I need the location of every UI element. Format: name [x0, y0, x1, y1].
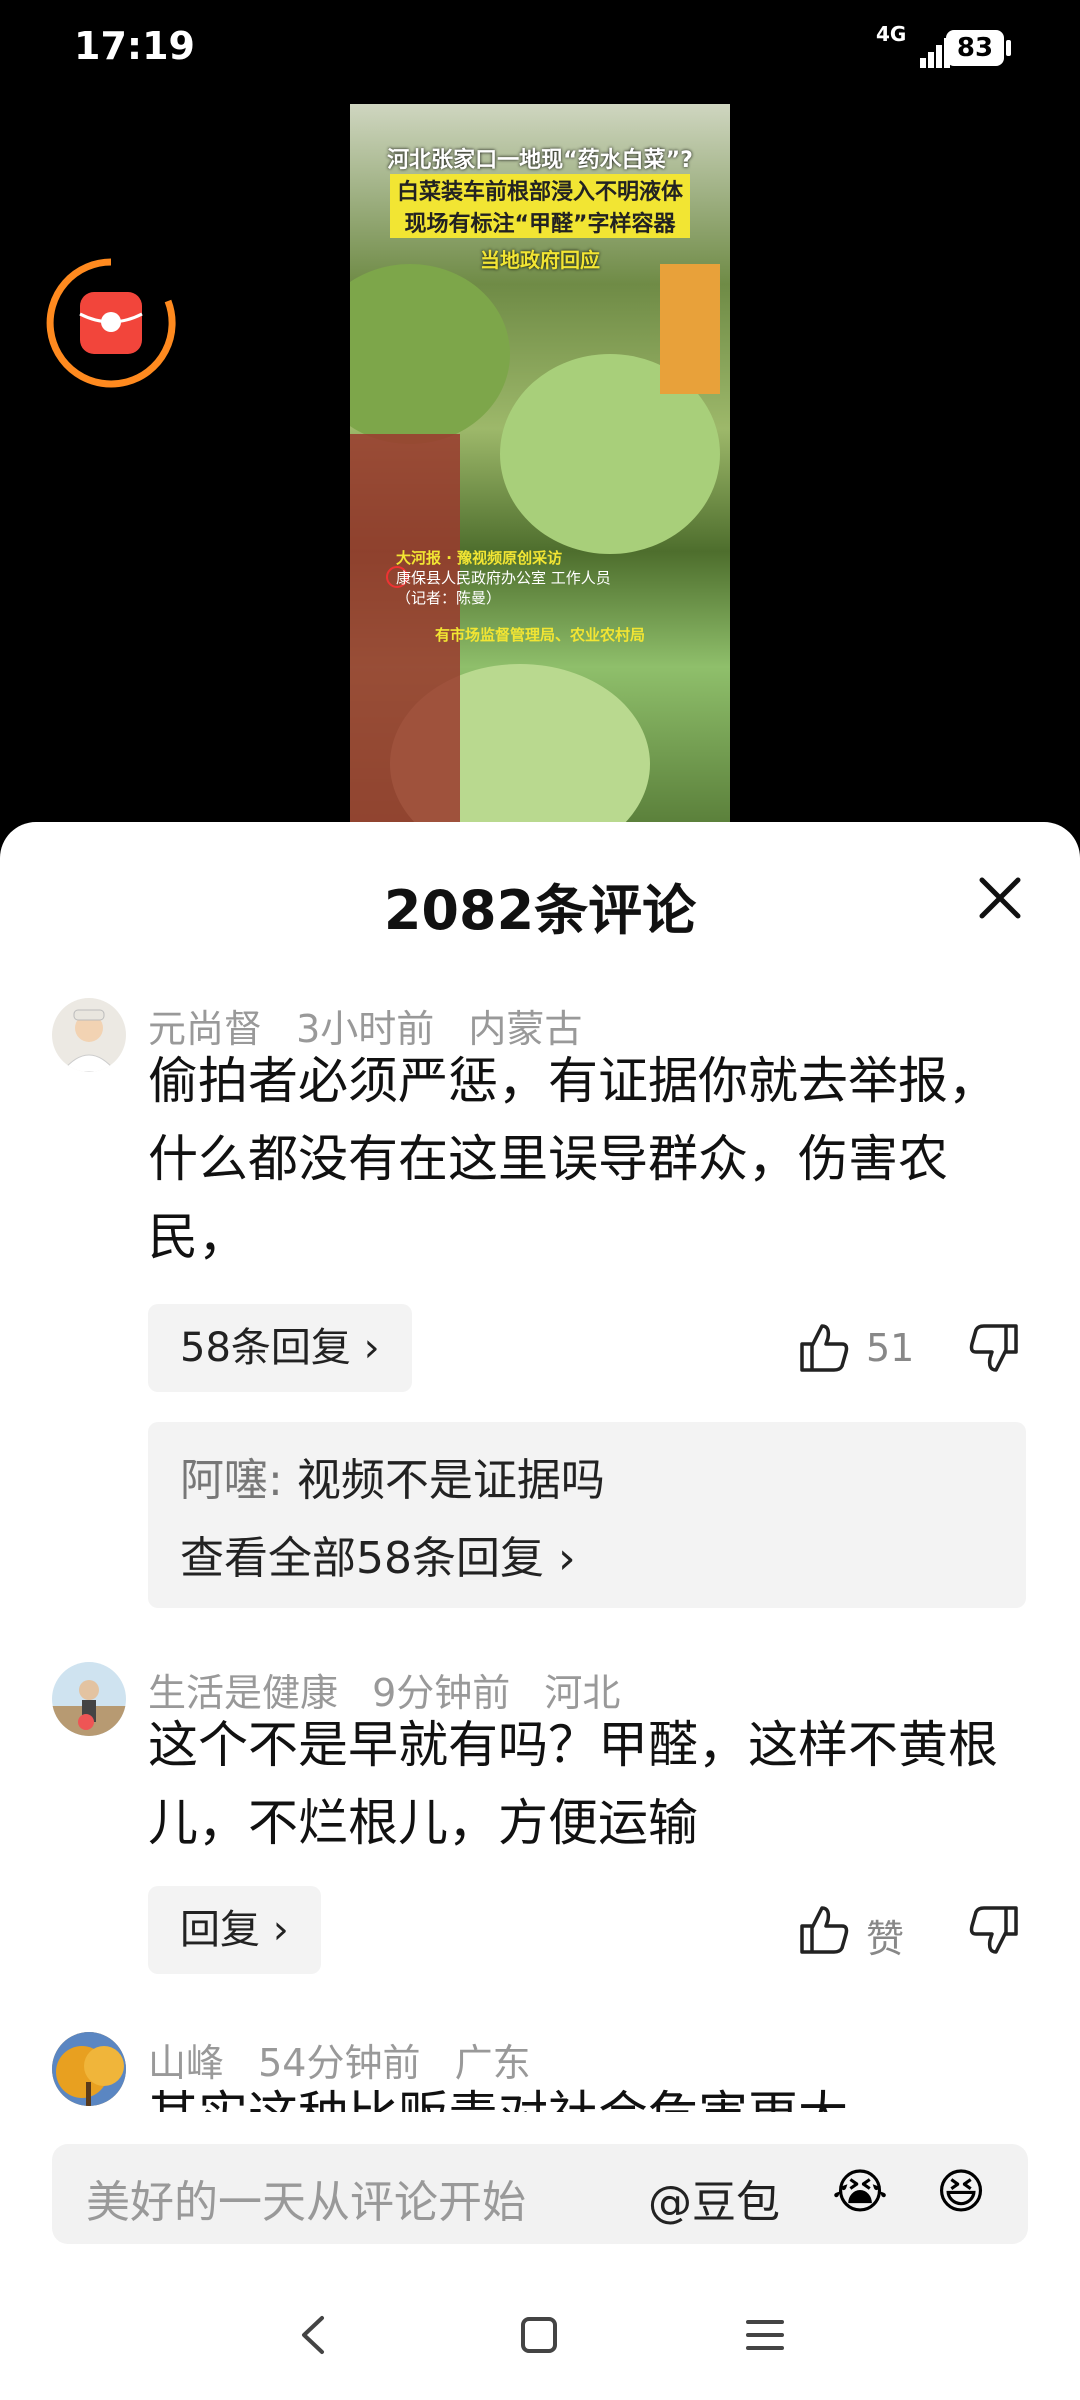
reply-text: 视频不是证据吗	[296, 1455, 605, 1506]
orange-container	[660, 264, 720, 394]
network-type: 4G	[876, 22, 907, 46]
reply-username[interactable]: 阿噻:	[180, 1455, 283, 1506]
home-icon[interactable]	[514, 2310, 564, 2360]
video-headline: 现场有标注“甲醛”字样容器	[390, 206, 690, 238]
video-source: 大河报 · 豫视频原创采访 康保县人民政府办公室 工作人员 （记者：陈曼）	[396, 548, 611, 608]
close-icon[interactable]	[970, 868, 1030, 928]
thumbs-down-icon[interactable]	[966, 1902, 1022, 1958]
reply-preview[interactable]: 阿噻: 视频不是证据吗 查看全部58条回复 ›	[148, 1422, 1026, 1608]
system-nav-bar	[0, 2290, 1080, 2400]
view-all-replies[interactable]: 查看全部58条回复 ›	[180, 1522, 576, 1586]
video-headline: 白菜装车前根部浸入不明液体	[390, 174, 690, 206]
comment-input-placeholder[interactable]: 美好的一天从评论开始	[86, 2166, 526, 2230]
user-avatar-icon	[61, 1009, 117, 1072]
video-player[interactable]: 河北张家口一地现“药水白菜”? 白菜装车前根部浸入不明液体 现场有标注“甲醛”字…	[350, 104, 730, 826]
back-icon[interactable]	[290, 2310, 340, 2360]
reply-button[interactable]: 回复 ›	[148, 1886, 321, 1974]
cabbage-shape	[350, 264, 510, 444]
comment-text[interactable]: 这个不是早就有吗？甲醛，这样不黄根儿，不烂根儿，方便运输	[148, 1706, 1008, 1862]
reply-preview-line: 阿噻: 视频不是证据吗	[180, 1444, 605, 1508]
battery-tip	[1006, 40, 1011, 56]
menu-icon[interactable]	[740, 2310, 790, 2360]
battery-icon: 83	[946, 30, 1004, 66]
like-label: 赞	[866, 1917, 905, 1961]
comment-input[interactable]: 美好的一天从评论开始 @豆包 😭 😆	[52, 2144, 1028, 2244]
source-line: 康保县人民政府办公室 工作人员	[396, 569, 611, 587]
avatar[interactable]	[52, 1662, 126, 1736]
grin-emoji-button[interactable]: 😆	[936, 2164, 986, 2220]
crying-laugh-emoji-button[interactable]: 😭	[832, 2164, 888, 2220]
avatar[interactable]	[52, 998, 126, 1072]
replies-button[interactable]: 58条回复 ›	[148, 1304, 412, 1392]
clock: 17:19	[74, 24, 195, 68]
video-subheadline: 当地政府回应	[480, 248, 600, 272]
video-caption: 有市场监督管理局、农业农村局	[434, 626, 645, 644]
source-line: 大河报 · 豫视频原创采访	[396, 549, 563, 567]
source-line: （记者：陈曼）	[396, 589, 502, 607]
thumbs-down-icon[interactable]	[966, 1320, 1022, 1376]
like-count: 51	[866, 1326, 915, 1370]
comment-text[interactable]: 偷拍者必须严惩，有证据你就去举报，什么都没有在这里误导群众，伤害农民，	[148, 1042, 1008, 1276]
mention-button[interactable]: @豆包	[648, 2166, 780, 2230]
video-headline: 河北张家口一地现“药水白菜”?	[387, 148, 693, 173]
avatar[interactable]	[52, 2032, 126, 2106]
red-packet-icon[interactable]	[44, 256, 178, 390]
comment-item: 山峰 54分钟前 广东 其实这种比贩毒对社会危害更大	[0, 2026, 1080, 2126]
thumbs-up-icon[interactable]	[796, 1320, 852, 1376]
thumbs-up-icon[interactable]	[796, 1902, 852, 1958]
user-avatar-icon	[52, 1680, 126, 1736]
user-avatar-icon	[52, 2032, 126, 2106]
status-bar: 17:19 4G 83	[0, 0, 1080, 100]
list-fade	[0, 2112, 1080, 2142]
comments-title: 2082条评论	[383, 879, 697, 942]
